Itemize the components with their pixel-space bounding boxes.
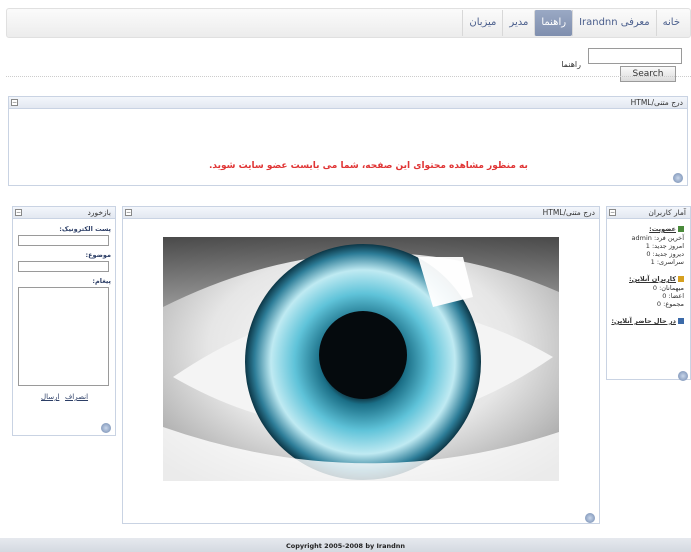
feedback-panel: بازخورد − پست الکترونیک: موضوع: پیغام: ا… — [12, 206, 116, 436]
collapse-icon[interactable]: − — [609, 209, 616, 216]
settings-icon[interactable] — [101, 423, 111, 433]
settings-icon[interactable] — [673, 173, 683, 183]
subject-label: موضوع: — [85, 251, 112, 259]
users-icon — [678, 226, 684, 232]
panel-title: بازخورد — [87, 208, 111, 217]
eye-image — [163, 237, 559, 481]
search-box: Search — [588, 48, 684, 82]
subject-field[interactable] — [18, 261, 109, 272]
panel-title: درج متنی/HTML — [630, 98, 683, 107]
copyright-text: Copyright 2005-2008 by Irandnn — [285, 542, 406, 550]
search-button[interactable]: Search — [620, 66, 676, 82]
members-heading: عضویت: — [649, 225, 684, 233]
message-label: پیغام: — [92, 277, 111, 285]
panel-header: درج متنی/HTML − — [123, 207, 599, 219]
latest-member: آخرین فرد: admin — [631, 234, 684, 242]
nav-item-home[interactable]: خانه — [655, 10, 686, 36]
collapse-icon[interactable]: − — [11, 99, 18, 106]
panel-header: آمار کاربران − — [607, 207, 690, 219]
panel-header: بازخورد − — [13, 207, 115, 219]
online-now-link[interactable]: در حال حاضر آنلاین: — [611, 317, 684, 325]
panel-title: درج متنی/HTML — [542, 208, 595, 217]
login-warning: به منظور مشاهده محتوای این صفحه، شما می … — [209, 161, 528, 171]
new-today: امروز جدید: 1 — [645, 242, 684, 250]
top-navigation: خانه معرفی Irandnn راهنما مدیر میزبان — [6, 8, 691, 38]
people-icon — [678, 318, 684, 324]
nav-item-about[interactable]: معرفی Irandnn — [572, 10, 656, 36]
footer: Copyright 2005-2008 by Irandnn — [0, 538, 691, 552]
panel-title: آمار کاربران — [648, 208, 686, 217]
online-heading: کاربران آنلاین: — [629, 275, 684, 283]
settings-icon[interactable] — [585, 513, 595, 523]
breadcrumb: راهنما — [561, 60, 581, 69]
nav-item-help[interactable]: راهنما — [534, 10, 573, 36]
center-html-panel: درج متنی/HTML − — [122, 206, 600, 524]
total-members: سراسری: 1 — [650, 258, 684, 266]
members-online: اعضا: 0 — [662, 292, 684, 300]
search-input[interactable] — [588, 48, 682, 64]
collapse-icon[interactable]: − — [125, 209, 132, 216]
collapse-icon[interactable]: − — [15, 209, 22, 216]
online-total: مجموع: 0 — [656, 300, 684, 308]
new-yesterday: دیروز جدید: 0 — [646, 250, 684, 258]
settings-icon[interactable] — [678, 371, 688, 381]
top-html-panel: درج متنی/HTML − به منظور مشاهده محتوای ا… — [8, 96, 688, 186]
panel-header: درج متنی/HTML − — [9, 97, 687, 109]
email-field[interactable] — [18, 235, 109, 246]
email-label: پست الکترونیک: — [59, 225, 111, 233]
online-icon — [678, 276, 684, 282]
send-link[interactable]: ارسال — [41, 393, 59, 401]
nav-item-admin[interactable]: مدیر — [502, 10, 534, 36]
nav-item-host[interactable]: میزبان — [462, 10, 502, 36]
message-field[interactable] — [18, 287, 109, 386]
cancel-link[interactable]: انصراف — [65, 393, 88, 401]
divider — [6, 76, 691, 77]
stats-panel: آمار کاربران − عضویت: آخرین فرد: admin ا… — [606, 206, 691, 381]
visitors-count: میهمانان: 0 — [652, 284, 684, 292]
